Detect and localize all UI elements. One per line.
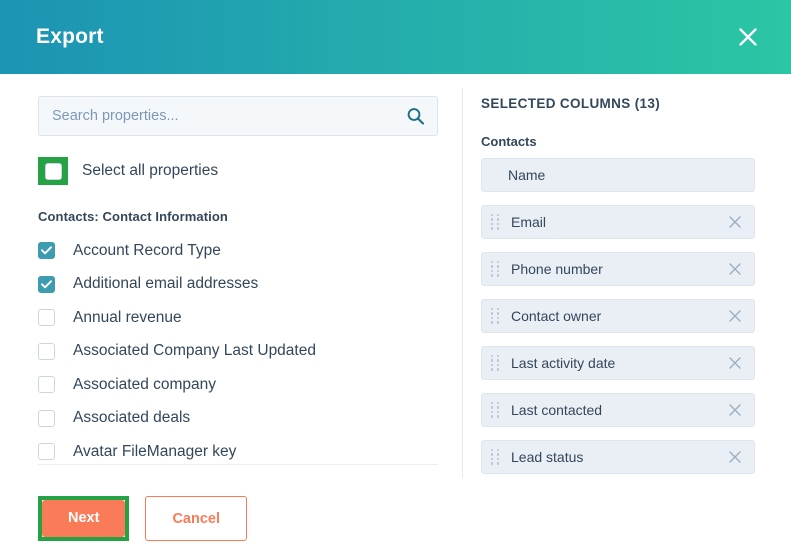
remove-column-icon[interactable] bbox=[726, 213, 744, 231]
column-label: Name bbox=[508, 167, 546, 183]
column-row-contact-owner[interactable]: Contact owner bbox=[481, 299, 755, 333]
column-row-name: Name bbox=[481, 158, 755, 192]
property-checkbox[interactable] bbox=[38, 342, 55, 360]
search-icon[interactable] bbox=[406, 107, 425, 126]
property-checkbox[interactable] bbox=[38, 309, 55, 327]
property-list: Account Record Type Additional email add… bbox=[38, 234, 438, 469]
cancel-button[interactable]: Cancel bbox=[145, 496, 247, 541]
remove-column-icon[interactable] bbox=[726, 354, 744, 372]
column-row-email[interactable]: Email bbox=[481, 205, 755, 239]
select-all-checkbox[interactable] bbox=[44, 162, 62, 180]
page-title: Export bbox=[36, 25, 104, 48]
property-row-account-record-type[interactable]: Account Record Type bbox=[38, 234, 438, 268]
property-label: Annual revenue bbox=[73, 308, 182, 326]
property-label: Avatar FileManager key bbox=[73, 442, 237, 460]
column-row-phone-number[interactable]: Phone number bbox=[481, 252, 755, 286]
modal-header: Export bbox=[0, 0, 791, 74]
property-row-associated-company[interactable]: Associated company bbox=[38, 368, 438, 402]
column-label: Phone number bbox=[511, 261, 603, 277]
column-label: Last contacted bbox=[511, 402, 603, 418]
search-input[interactable] bbox=[39, 97, 437, 135]
remove-column-icon[interactable] bbox=[726, 448, 744, 466]
select-all-label: Select all properties bbox=[82, 162, 219, 179]
drag-handle-icon[interactable] bbox=[491, 308, 501, 324]
modal-footer: Next Cancel bbox=[0, 478, 791, 557]
select-all-row[interactable]: Select all properties bbox=[38, 157, 438, 185]
property-checkbox[interactable] bbox=[38, 409, 55, 427]
remove-column-icon[interactable] bbox=[726, 401, 744, 419]
property-checkbox[interactable] bbox=[38, 275, 55, 293]
remove-column-icon[interactable] bbox=[726, 260, 744, 278]
export-modal: Export Sele bbox=[0, 0, 791, 557]
drag-handle-icon[interactable] bbox=[491, 402, 501, 418]
property-row-associated-company-last-updated[interactable]: Associated Company Last Updated bbox=[38, 335, 438, 369]
property-label: Additional email addresses bbox=[73, 275, 259, 293]
properties-pane: Select all properties Contacts: Contact … bbox=[0, 74, 462, 478]
property-checkbox[interactable] bbox=[38, 376, 55, 394]
column-row-lead-status[interactable]: Lead status bbox=[481, 440, 755, 474]
selected-columns-header: SELECTED COLUMNS (13) bbox=[481, 96, 661, 111]
property-row-annual-revenue[interactable]: Annual revenue bbox=[38, 301, 438, 335]
selected-columns-pane: SELECTED COLUMNS (13) Contacts Name Emai… bbox=[463, 74, 791, 478]
property-row-additional-email-addresses[interactable]: Additional email addresses bbox=[38, 268, 438, 302]
column-label: Email bbox=[511, 214, 547, 230]
property-checkbox[interactable] bbox=[38, 242, 55, 260]
property-label: Associated Company Last Updated bbox=[73, 342, 316, 360]
left-pane-divider bbox=[38, 464, 438, 465]
search-box[interactable] bbox=[38, 96, 438, 136]
selected-columns-list: Name Email Phone number Contact owner La… bbox=[481, 158, 755, 474]
property-label: Associated company bbox=[73, 375, 217, 393]
property-group-title: Contacts: Contact Information bbox=[38, 209, 228, 224]
column-label: Contact owner bbox=[511, 308, 602, 324]
selected-columns-group-label: Contacts bbox=[481, 134, 537, 149]
drag-handle-icon[interactable] bbox=[491, 355, 501, 371]
column-label: Lead status bbox=[511, 449, 584, 465]
property-label: Account Record Type bbox=[73, 241, 221, 259]
property-row-associated-deals[interactable]: Associated deals bbox=[38, 402, 438, 436]
remove-column-icon[interactable] bbox=[726, 307, 744, 325]
drag-handle-icon[interactable] bbox=[491, 261, 501, 277]
modal-body: Select all properties Contacts: Contact … bbox=[0, 74, 791, 478]
column-row-last-contacted[interactable]: Last contacted bbox=[481, 393, 755, 427]
select-all-highlight bbox=[38, 157, 68, 185]
next-button-highlight: Next bbox=[38, 496, 130, 541]
column-row-last-activity-date[interactable]: Last activity date bbox=[481, 346, 755, 380]
close-icon[interactable] bbox=[731, 20, 765, 54]
next-button[interactable]: Next bbox=[42, 500, 126, 537]
property-checkbox[interactable] bbox=[38, 443, 55, 461]
drag-handle-icon[interactable] bbox=[491, 214, 501, 230]
column-label: Last activity date bbox=[511, 355, 616, 371]
drag-handle-icon[interactable] bbox=[491, 449, 501, 465]
property-label: Associated deals bbox=[73, 409, 191, 427]
